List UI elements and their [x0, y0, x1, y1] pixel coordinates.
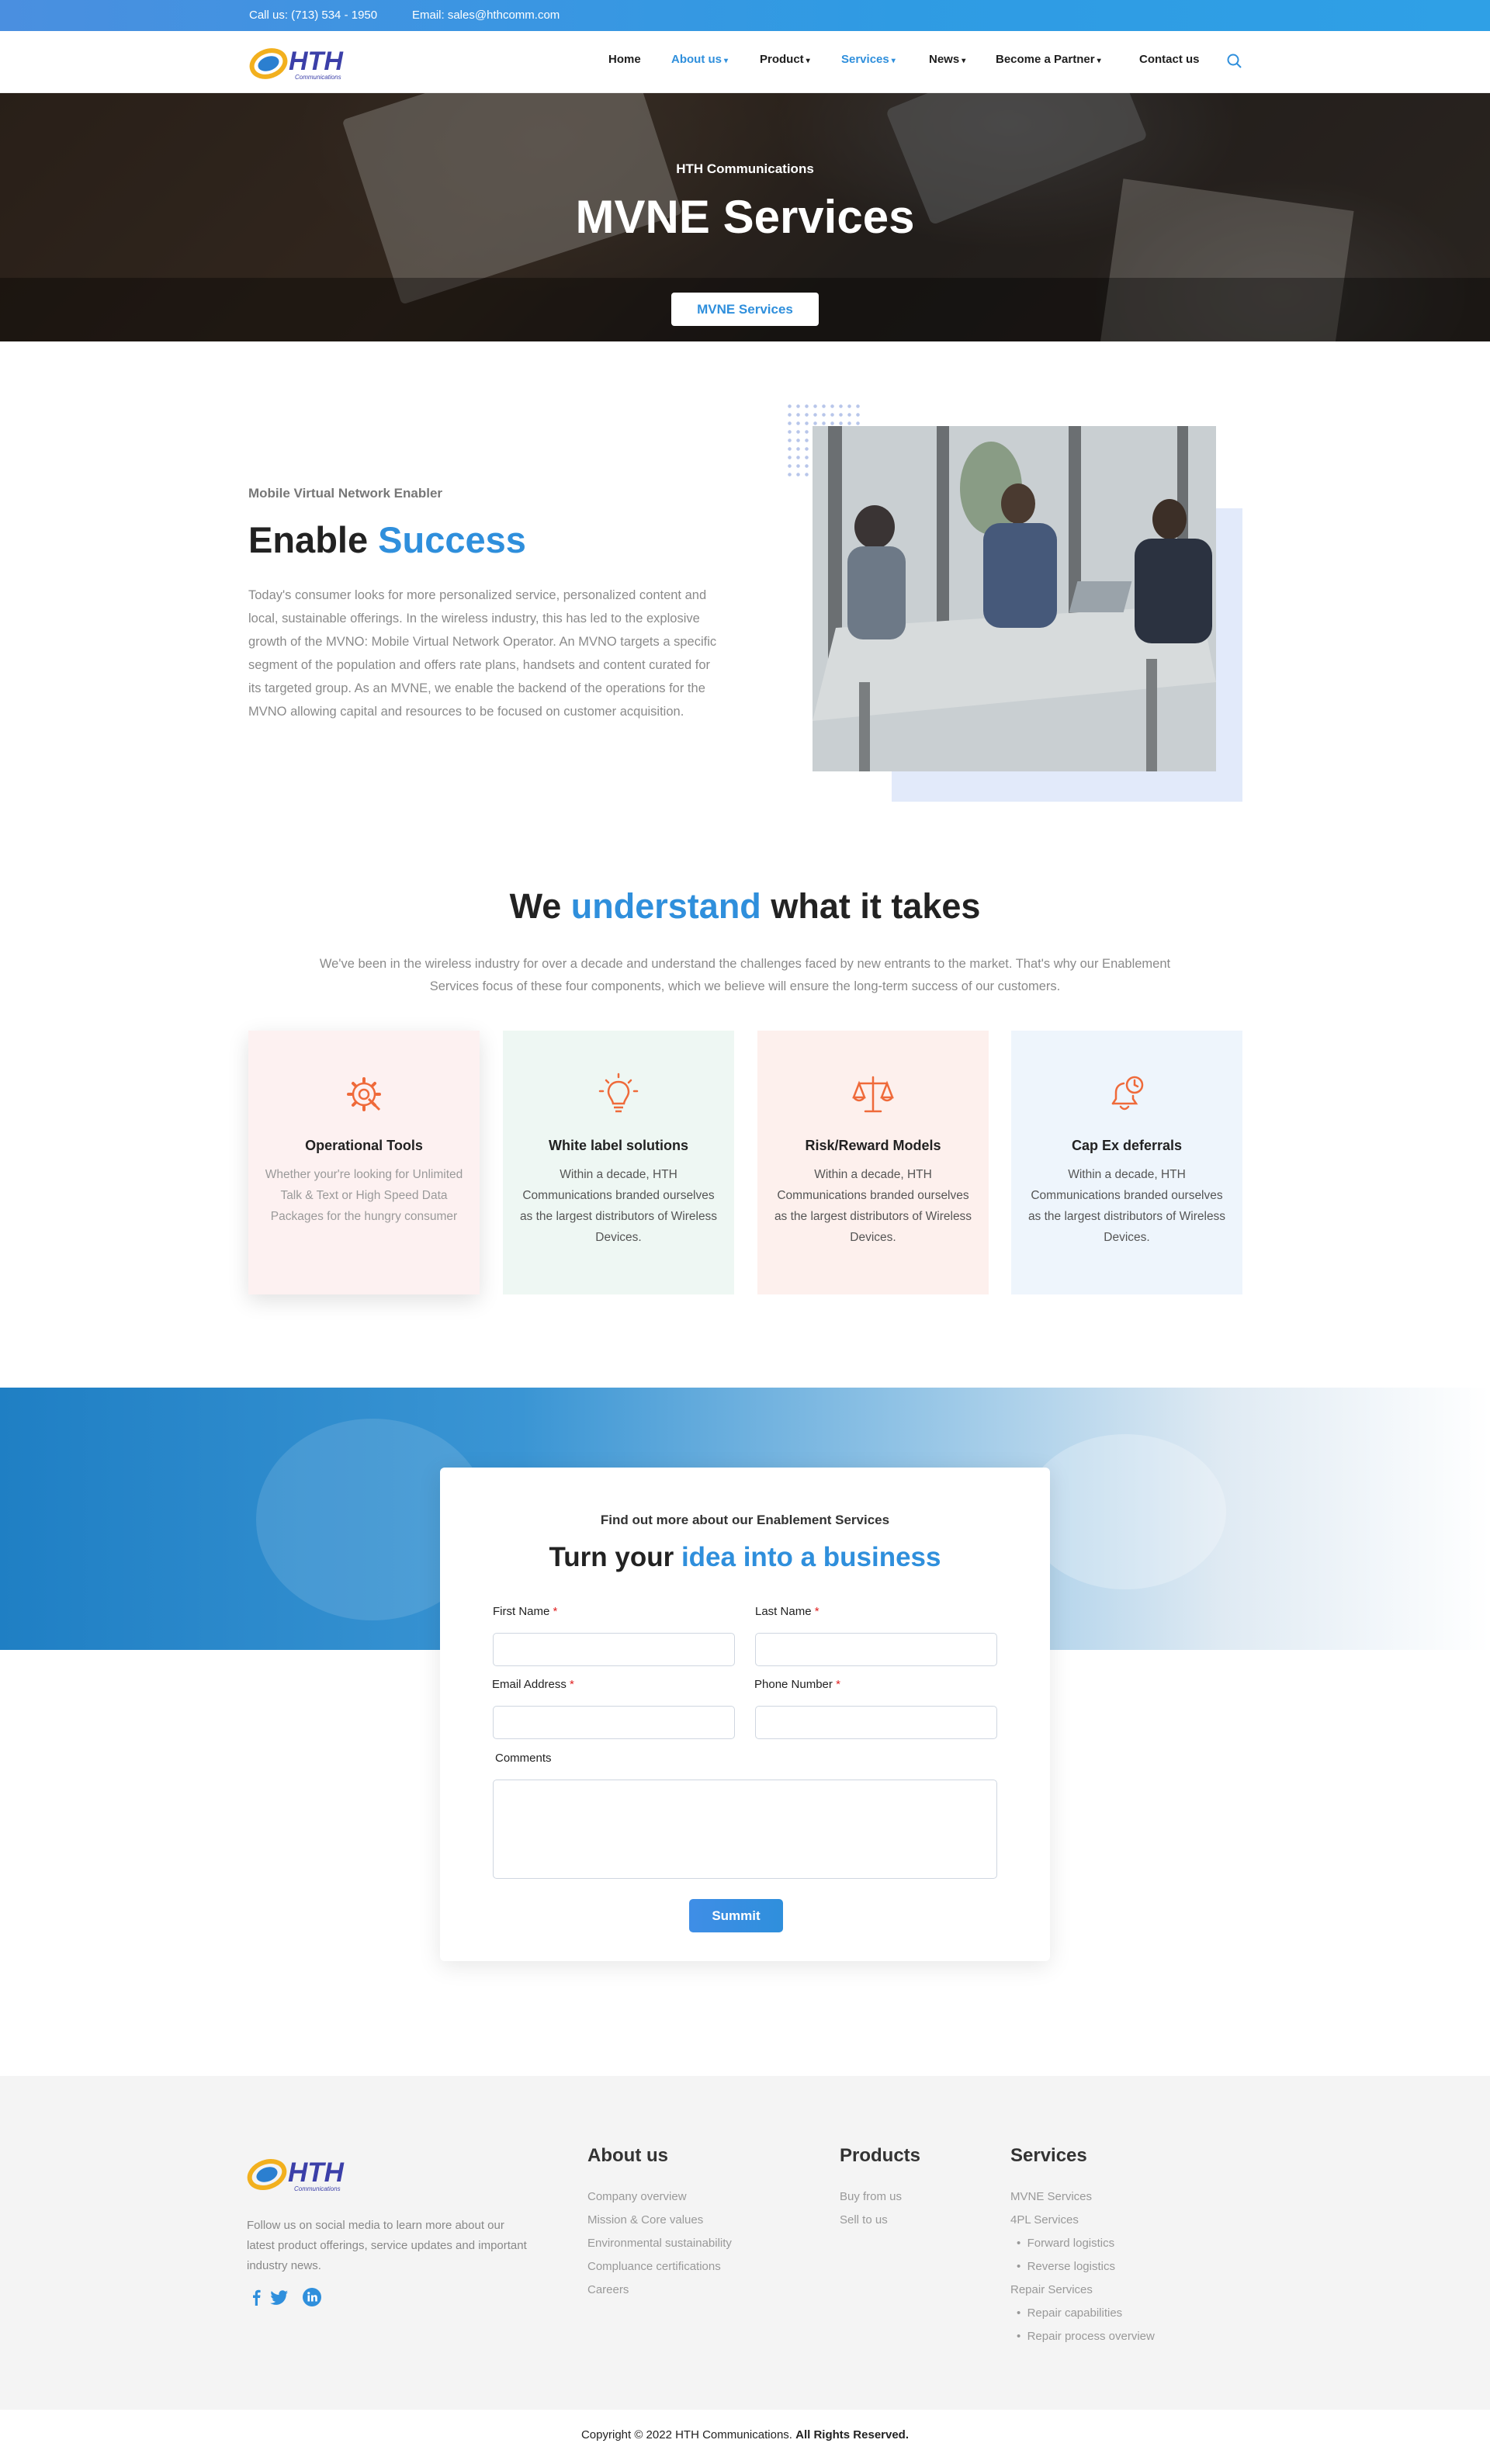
- chevron-down-icon: ▾: [806, 57, 810, 65]
- phone-field[interactable]: [755, 1706, 997, 1739]
- submit-button[interactable]: Summit: [689, 1899, 783, 1932]
- first-name-field[interactable]: [493, 1633, 735, 1666]
- email-label: Email Address *: [492, 1678, 574, 1691]
- footer-link[interactable]: Careers: [587, 2283, 629, 2296]
- form-eyebrow: Find out more about our Enablement Servi…: [600, 1513, 890, 1527]
- logo-wordmark: HTH: [288, 2157, 345, 2188]
- site-footer: HTH Communications Follow us on social m…: [0, 2076, 1490, 2410]
- card-title: Cap Ex deferrals: [1071, 1138, 1183, 1153]
- intro-heading: Enable Success: [248, 519, 526, 560]
- nav-about-us[interactable]: About us ▾: [671, 53, 728, 66]
- breadcrumb-button[interactable]: MVNE Services: [671, 293, 819, 326]
- last-name-field[interactable]: [755, 1633, 997, 1666]
- footer-sublink[interactable]: • Forward logistics: [1017, 2237, 1114, 2250]
- card-text: Within a decade, HTH Communications bran…: [519, 1168, 718, 1244]
- footer-link[interactable]: Compluance certifications: [587, 2260, 721, 2273]
- comments-textarea[interactable]: [493, 1780, 997, 1879]
- meeting-photo: [813, 426, 1216, 771]
- phone-link[interactable]: Call us: (713) 534 - 1950: [249, 9, 377, 22]
- footer-services-heading: Services: [1010, 2145, 1087, 2166]
- footer-link[interactable]: 4PL Services: [1010, 2213, 1079, 2227]
- email-link[interactable]: Email: sales@hthcomm.com: [412, 9, 560, 22]
- chevron-down-icon: ▾: [962, 57, 966, 65]
- footer-link[interactable]: MVNE Services: [1010, 2190, 1092, 2203]
- nav-news[interactable]: News ▾: [929, 53, 965, 66]
- hth-logo[interactable]: HTH Communications: [248, 42, 380, 82]
- hero-title: MVNE Services: [575, 191, 915, 243]
- gear-wrench-icon: [347, 1077, 381, 1111]
- feature-card-risk-reward[interactable]: Risk/Reward Models Within a decade, HTH …: [757, 1031, 989, 1294]
- nav-contact-us[interactable]: Contact us: [1139, 53, 1200, 66]
- feature-card-operational-tools[interactable]: Operational Tools Whether your're lookin…: [248, 1031, 480, 1294]
- hero-subtitle: HTH Communications: [676, 161, 814, 176]
- logo-tagline: Communications: [294, 2185, 341, 2192]
- search-icon[interactable]: [1225, 52, 1244, 71]
- form-title: Turn your idea into a business: [549, 1542, 941, 1572]
- nav-services[interactable]: Services ▾: [841, 53, 896, 66]
- footer-link[interactable]: Sell to us: [840, 2213, 888, 2227]
- chevron-down-icon: ▾: [891, 57, 896, 65]
- footer-sublink[interactable]: • Repair process overview: [1017, 2330, 1155, 2343]
- logo-wordmark: HTH: [289, 47, 344, 76]
- copyright: Copyright © 2022 HTH Communications. All…: [580, 2428, 910, 2441]
- email-field[interactable]: [493, 1706, 735, 1739]
- lightbulb-icon: [598, 1073, 639, 1113]
- understand-heading: We understand what it takes: [509, 886, 981, 926]
- footer-logo[interactable]: HTH Communications: [246, 2152, 382, 2194]
- chevron-down-icon: ▾: [724, 57, 729, 65]
- footer-sublink[interactable]: • Reverse logistics: [1017, 2260, 1115, 2273]
- contact-form: Find out more about our Enablement Servi…: [440, 1468, 1050, 1961]
- twitter-icon[interactable]: [269, 2287, 289, 2307]
- card-title: Operational Tools: [305, 1138, 423, 1153]
- footer-link[interactable]: Repair Services: [1010, 2283, 1093, 2296]
- logo-tagline: Communications: [295, 74, 341, 81]
- footer-link[interactable]: Mission & Core values: [587, 2213, 703, 2227]
- bell-clock-icon: [1111, 1076, 1144, 1111]
- footer-sublink[interactable]: • Repair capabilities: [1017, 2306, 1122, 2320]
- card-title: White label solutions: [548, 1138, 688, 1153]
- last-name-label: Last Name *: [755, 1605, 820, 1618]
- top-contact-bar: Call us: (713) 534 - 1950 Email: sales@h…: [0, 0, 1490, 31]
- nav-product[interactable]: Product ▾: [760, 53, 810, 66]
- feature-card-white-label[interactable]: White label solutions Within a decade, H…: [503, 1031, 734, 1294]
- facebook-icon[interactable]: [247, 2287, 267, 2307]
- feature-card-capex[interactable]: Cap Ex deferrals Within a decade, HTH Co…: [1011, 1031, 1242, 1294]
- comments-label: Comments: [495, 1752, 552, 1765]
- first-name-label: First Name *: [493, 1605, 558, 1618]
- phone-label: Phone Number *: [754, 1678, 840, 1691]
- nav-home[interactable]: Home: [608, 53, 641, 66]
- footer-about-heading: About us: [587, 2145, 668, 2166]
- balance-scale-icon: [852, 1076, 894, 1113]
- card-text: Whether your're looking for Unlimited Ta…: [265, 1168, 463, 1223]
- background-shape: [1024, 1434, 1226, 1589]
- card-text: Within a decade, HTH Communications bran…: [774, 1168, 972, 1244]
- intro-paragraph: Today's consumer looks for more personal…: [248, 588, 717, 719]
- footer-description: Follow us on social media to learn more …: [247, 2219, 527, 2272]
- footer-link[interactable]: Buy from us: [840, 2190, 902, 2203]
- understand-paragraph: We've been in the wireless industry for …: [319, 957, 1171, 993]
- card-text: Within a decade, HTH Communications bran…: [1027, 1168, 1226, 1244]
- intro-eyebrow: Mobile Virtual Network Enabler: [248, 486, 443, 501]
- chevron-down-icon: ▾: [1097, 57, 1101, 65]
- footer-link[interactable]: Environmental sustainability: [587, 2237, 732, 2250]
- site-header: HTH Communications Home About us ▾ Produc…: [0, 31, 1490, 93]
- linkedin-icon[interactable]: [302, 2287, 322, 2307]
- card-title: Risk/Reward Models: [805, 1138, 941, 1153]
- nav-become-partner[interactable]: Become a Partner ▾: [996, 53, 1101, 66]
- footer-link[interactable]: Company overview: [587, 2190, 687, 2203]
- footer-products-heading: Products: [840, 2145, 921, 2166]
